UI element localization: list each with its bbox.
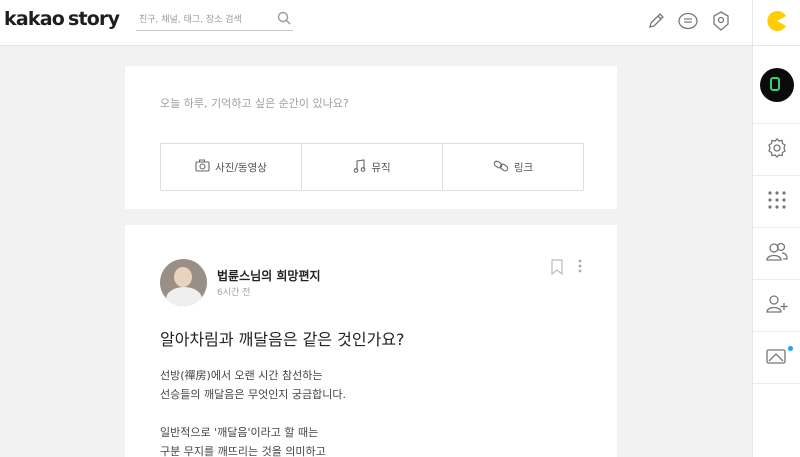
compose-prompt[interactable]: 오늘 하루, 기억하고 싶은 순간이 있나요? [160, 95, 349, 111]
author-avatar[interactable] [160, 259, 207, 306]
post-body-line: 선승들의 깨달음은 무엇인지 궁금합니다. [160, 388, 347, 401]
avatar-face [174, 267, 192, 287]
music-label: 뮤직 [371, 161, 391, 174]
sidebar-item-add-friend[interactable] [753, 280, 800, 332]
notification-dot [788, 346, 793, 351]
media-icon [765, 346, 789, 370]
post-timestamp[interactable]: 6시간 전 [217, 285, 250, 298]
music-icon [353, 158, 366, 176]
grid-icon [767, 190, 787, 214]
post-title: 알아차림과 깨달음은 같은 것인가요? [160, 330, 405, 349]
link-icon [493, 159, 509, 176]
pacman-icon[interactable] [766, 10, 788, 36]
pencil-icon[interactable] [645, 10, 667, 32]
post-body-line: 일반적으로 '깨달음'이라고 할 때는 [160, 426, 319, 439]
post-card: 법륜스님의 희망편지 6시간 전 알아차림과 깨달음은 같은 것인가요? 선방(… [125, 225, 617, 457]
compose-card: 오늘 하루, 기억하고 싶은 순간이 있나요? 사진/동영상 뮤직 링크 [125, 66, 617, 209]
sidebar-item-friends[interactable] [753, 228, 800, 280]
link-label: 링크 [513, 161, 534, 174]
search-input[interactable] [136, 9, 266, 31]
sidebar-item-settings[interactable] [753, 124, 800, 176]
link-button[interactable]: 링크 [443, 144, 583, 190]
logo-kakao-text: kakao [4, 8, 65, 30]
more-options-icon[interactable] [577, 258, 583, 278]
gear-icon [766, 137, 788, 163]
search-box [136, 7, 293, 31]
compose-button-group: 사진/동영상 뮤직 링크 [160, 143, 584, 191]
post-body-line: 선방(禪房)에서 오랜 시간 참선하는 [160, 369, 323, 382]
message-icon[interactable] [677, 10, 699, 32]
avatar-robe [166, 287, 202, 306]
bookmark-icon[interactable] [550, 259, 564, 279]
right-sidebar [752, 46, 800, 457]
sidebar-item-apps[interactable] [753, 176, 800, 228]
friends-icon [765, 241, 789, 267]
sidebar-item-media[interactable] [753, 332, 800, 384]
photo-video-button[interactable]: 사진/동영상 [161, 144, 302, 190]
photo-video-label: 사진/동영상 [215, 161, 267, 174]
post-author[interactable]: 법륜스님의 희망편지 [217, 267, 321, 284]
camera-icon [195, 159, 210, 175]
sidebar-profile[interactable] [753, 46, 800, 124]
header-divider [752, 0, 753, 46]
logo-story-text: story [67, 8, 120, 30]
music-button[interactable]: 뮤직 [302, 144, 443, 190]
top-header: kakao story [0, 0, 800, 46]
post-body-line: 구분 무지를 깨뜨리는 것을 의미하고 [160, 445, 326, 457]
search-icon[interactable] [277, 10, 291, 29]
add-friend-icon [765, 293, 789, 319]
kakao-story-logo[interactable]: kakao story [4, 7, 120, 31]
location-pin-icon[interactable] [710, 10, 732, 32]
profile-avatar[interactable] [760, 67, 794, 102]
